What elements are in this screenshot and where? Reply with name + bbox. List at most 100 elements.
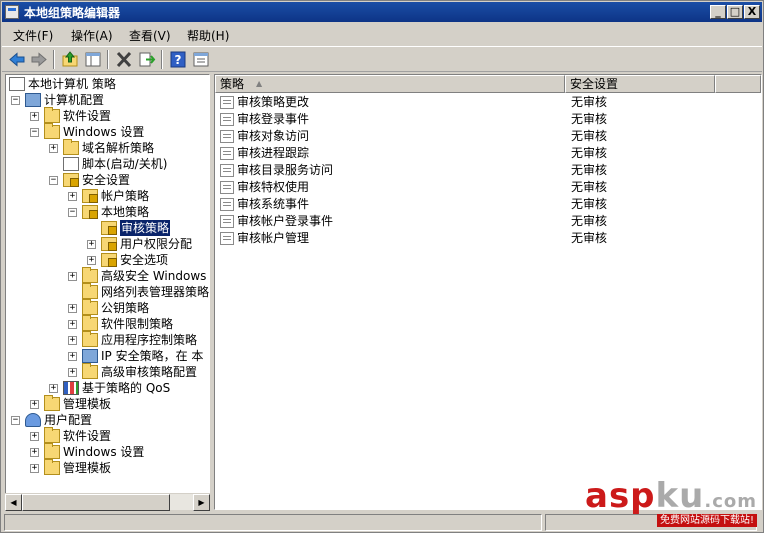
tree-node[interactable]: + IP 安全策略，在 本 (6, 348, 209, 364)
folder-icon (44, 107, 60, 123)
tree-node[interactable]: + 基于策略的 QoS (6, 380, 209, 396)
properties-icon[interactable] (191, 50, 211, 69)
tree-node-label: 脚本(启动/关机) (82, 157, 168, 171)
tree-node[interactable]: − Windows 设置 (6, 123, 209, 140)
collapse-icon[interactable]: − (11, 416, 20, 425)
column-header-policy[interactable]: 策略 ▲ (215, 75, 565, 93)
list-item[interactable]: 审核策略更改 无审核 (215, 94, 761, 111)
folder-icon (82, 299, 98, 315)
expand-icon[interactable]: + (30, 448, 39, 457)
show-hide-tree-icon[interactable] (83, 50, 103, 69)
tree-node[interactable]: − 计算机配置 (6, 92, 209, 108)
collapse-icon[interactable]: − (49, 176, 58, 185)
menu-view[interactable]: 查看(V) (129, 27, 171, 44)
expand-icon[interactable]: + (87, 256, 96, 265)
expand-icon[interactable]: + (68, 368, 77, 377)
list-item[interactable]: 审核目录服务访问 无审核 (215, 162, 761, 179)
tree-node[interactable]: + 软件设置 (6, 427, 209, 444)
list-item[interactable]: 审核帐户登录事件 无审核 (215, 213, 761, 230)
minimize-button[interactable]: _ (710, 5, 726, 19)
expand-icon[interactable]: + (30, 400, 39, 409)
tree-node[interactable]: + 管理模板 (6, 395, 209, 412)
watermark-tagline: 免费网站源码下载站! (656, 514, 757, 527)
tree-node[interactable]: 本地计算机 策略 (6, 76, 209, 92)
list-item[interactable]: 审核对象访问 无审核 (215, 128, 761, 145)
pc-icon (25, 93, 41, 107)
tree-node[interactable]: + Windows 设置 (6, 443, 209, 460)
column-header-setting[interactable]: 安全设置 (565, 75, 715, 93)
collapse-icon[interactable]: − (68, 208, 77, 217)
policy-name: 审核对象访问 (237, 129, 310, 143)
maximize-button[interactable]: □ (727, 5, 743, 19)
doc-icon (9, 77, 25, 91)
list-item[interactable]: 审核特权使用 无审核 (215, 179, 761, 196)
list-item[interactable]: 审核登录事件 无审核 (215, 111, 761, 128)
expand-icon[interactable]: + (68, 272, 77, 281)
expand-icon[interactable]: + (68, 192, 77, 201)
delete-icon[interactable] (114, 50, 134, 69)
tree-node-label: 软件设置 (63, 109, 112, 123)
tree-node[interactable]: + 软件设置 (6, 107, 209, 124)
lockfolder-icon (101, 221, 117, 235)
folder-icon (82, 315, 98, 331)
back-arrow-icon[interactable] (7, 50, 27, 69)
scroll-left-icon[interactable]: ◀ (5, 494, 22, 511)
policy-name: 审核帐户登录事件 (237, 214, 334, 228)
tree-node[interactable]: + 域名解析策略 (6, 139, 209, 156)
up-folder-icon[interactable] (60, 50, 80, 69)
tree-node[interactable]: + 管理模板 (6, 459, 209, 476)
list-item[interactable]: 审核帐户管理 无审核 (215, 230, 761, 247)
scrollbar-thumb[interactable] (22, 494, 170, 511)
tree-node[interactable]: + 高级审核策略配置 (6, 363, 209, 380)
list-item[interactable]: 审核进程跟踪 无审核 (215, 145, 761, 162)
close-button[interactable]: X (744, 5, 760, 19)
tree-node[interactable]: − 用户配置 (6, 412, 209, 428)
expand-icon[interactable]: + (68, 352, 77, 361)
collapse-icon[interactable]: − (30, 128, 39, 137)
expand-icon[interactable]: + (68, 320, 77, 329)
export-list-icon[interactable] (137, 50, 157, 69)
tree-node[interactable]: − 安全设置 (6, 172, 209, 188)
expand-icon[interactable]: + (68, 304, 77, 313)
tree-node[interactable]: + 高级安全 Windows (6, 267, 209, 284)
expand-icon[interactable]: + (87, 240, 96, 249)
collapse-icon[interactable]: − (11, 96, 20, 105)
tree-node[interactable]: + 应用程序控制策略 (6, 331, 209, 348)
tree-node-label: 软件限制策略 (101, 317, 174, 331)
scroll-right-icon[interactable]: ▶ (193, 494, 210, 511)
tree-node[interactable]: 脚本(启动/关机) (6, 156, 209, 172)
expand-icon[interactable]: + (30, 432, 39, 441)
policy-setting-icon (220, 198, 234, 211)
forward-arrow-icon[interactable] (29, 50, 49, 69)
expand-icon[interactable]: + (68, 336, 77, 345)
tree-node[interactable]: 审核策略 (6, 220, 209, 236)
tree-node[interactable]: + 用户权限分配 (6, 236, 209, 252)
tree-node[interactable]: − 本地策略 (6, 204, 209, 220)
expand-icon[interactable]: + (49, 384, 58, 393)
tree-node-label: Windows 设置 (63, 445, 145, 459)
tree-horizontal-scrollbar[interactable]: ◀ ▶ (5, 493, 210, 511)
bars-icon (63, 381, 79, 395)
security-setting-value: 无审核 (571, 231, 608, 245)
pc-icon (82, 349, 98, 363)
expand-icon[interactable]: + (30, 464, 39, 473)
help-icon[interactable]: ? (168, 50, 188, 69)
menu-help[interactable]: 帮助(H) (187, 27, 229, 44)
expand-icon[interactable]: + (49, 144, 58, 153)
menu-action[interactable]: 操作(A) (71, 27, 113, 44)
menu-file[interactable]: 文件(F) (13, 27, 53, 44)
tree-node[interactable]: + 帐户策略 (6, 188, 209, 204)
tree-node-label: IP 安全策略，在 本 (101, 349, 204, 363)
policy-name: 审核登录事件 (237, 112, 310, 126)
title-bar[interactable]: 本地组策略编辑器 _ □ X (2, 2, 762, 22)
svg-text:?: ? (175, 53, 182, 67)
tree-node-label: Windows 设置 (63, 125, 145, 139)
list-item[interactable]: 审核系统事件 无审核 (215, 196, 761, 213)
expand-icon[interactable]: + (30, 112, 39, 121)
tree-node[interactable]: + 安全选项 (6, 252, 209, 268)
tree-node[interactable]: + 软件限制策略 (6, 315, 209, 332)
tree-node[interactable]: + 公钥策略 (6, 299, 209, 316)
console-tree[interactable]: 本地计算机 策略 − 计算机配置 + 软件设置 − Windows 设置 + 域名解析策略 脚本(… (5, 74, 210, 510)
tree-node-label: 安全设置 (82, 173, 131, 187)
tree-node[interactable]: 网络列表管理器策略 (6, 283, 209, 300)
